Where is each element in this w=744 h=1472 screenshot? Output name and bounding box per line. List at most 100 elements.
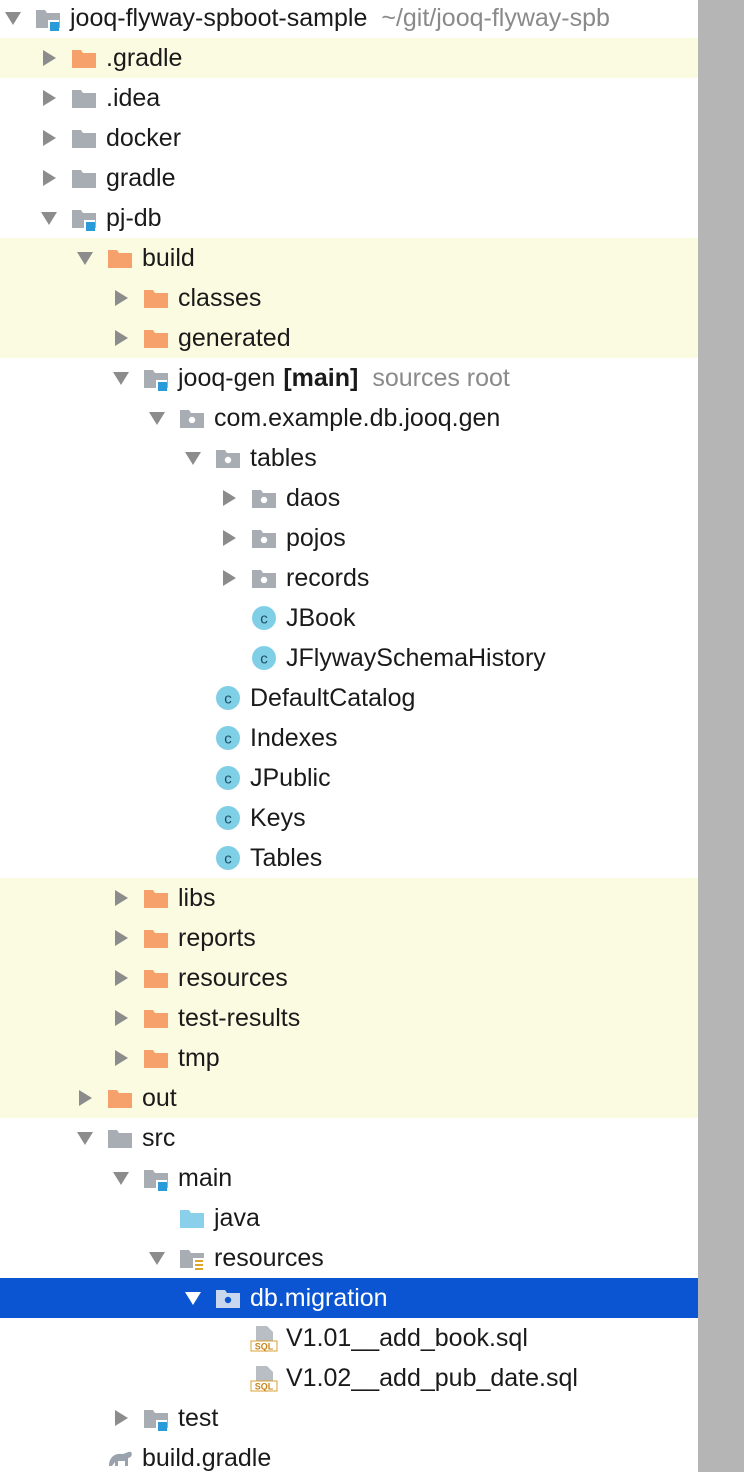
tree-row[interactable]: .gradle: [0, 38, 698, 78]
tree-row-hint: sources root: [372, 364, 510, 392]
tree-row[interactable]: db.migration: [0, 1278, 698, 1318]
expand-arrow-icon[interactable]: [108, 278, 134, 318]
expand-arrow-icon[interactable]: [36, 38, 62, 78]
expand-arrow-icon[interactable]: [36, 78, 62, 118]
source-set-tag: [main]: [283, 364, 359, 392]
collapse-arrow-icon[interactable]: [72, 1118, 98, 1158]
expand-arrow-icon[interactable]: [216, 478, 242, 518]
tree-row[interactable]: SQL V1.02__add_pub_date.sql: [0, 1358, 698, 1398]
tree-row[interactable]: c JBook: [0, 598, 698, 638]
collapse-arrow-icon[interactable]: [108, 1158, 134, 1198]
tree-row[interactable]: resources: [0, 958, 698, 998]
sql-file-icon: SQL: [250, 1324, 278, 1352]
collapse-arrow-icon[interactable]: [36, 198, 62, 238]
tree-row[interactable]: build.gradle: [0, 1438, 698, 1472]
expand-arrow-icon[interactable]: [108, 878, 134, 918]
arrow-spacer: [180, 798, 206, 838]
tree-row[interactable]: pj-db: [0, 198, 698, 238]
expand-arrow-icon[interactable]: [36, 118, 62, 158]
tree-row[interactable]: c Tables: [0, 838, 698, 878]
svg-text:c: c: [224, 771, 232, 788]
class-icon: c: [214, 804, 242, 832]
tree-row[interactable]: src: [0, 1118, 698, 1158]
folder-icon: [70, 164, 98, 192]
tree-row[interactable]: out: [0, 1078, 698, 1118]
collapse-arrow-icon[interactable]: [180, 438, 206, 478]
tree-row[interactable]: resources: [0, 1238, 698, 1278]
tree-row[interactable]: gradle: [0, 158, 698, 198]
tree-row-label: out: [142, 1084, 177, 1112]
expand-arrow-icon[interactable]: [108, 998, 134, 1038]
expand-arrow-icon[interactable]: [108, 318, 134, 358]
tree-row-label: Keys: [250, 804, 306, 832]
svg-text:c: c: [260, 651, 268, 668]
collapse-arrow-icon[interactable]: [0, 0, 26, 38]
tree-row[interactable]: docker: [0, 118, 698, 158]
tree-row[interactable]: com.example.db.jooq.gen: [0, 398, 698, 438]
tree-row-label: build.gradle: [142, 1444, 272, 1472]
tree-row[interactable]: generated: [0, 318, 698, 358]
excluded-folder-icon: [70, 44, 98, 72]
tree-row[interactable]: SQL V1.01__add_book.sql: [0, 1318, 698, 1358]
vertical-scrollbar[interactable]: [698, 0, 744, 1472]
tree-row[interactable]: build: [0, 238, 698, 278]
excluded-folder-icon: [106, 1084, 134, 1112]
arrow-spacer: [216, 638, 242, 678]
tree-row[interactable]: c Indexes: [0, 718, 698, 758]
tree-row-label: pojos: [286, 524, 346, 552]
tree-row[interactable]: jooq-flyway-spboot-sample ~/git/jooq-flyw…: [0, 0, 698, 38]
arrow-spacer: [216, 1318, 242, 1358]
module-folder-icon: [34, 4, 62, 32]
expand-arrow-icon[interactable]: [216, 518, 242, 558]
tree-row-label: java: [214, 1204, 260, 1232]
tree-row[interactable]: test: [0, 1398, 698, 1438]
tree-row-label: jooq-gen: [178, 364, 276, 392]
tree-row[interactable]: reports: [0, 918, 698, 958]
tree-row-label: resources: [214, 1244, 324, 1272]
tree-row[interactable]: c Keys: [0, 798, 698, 838]
tree-row[interactable]: java: [0, 1198, 698, 1238]
expand-arrow-icon[interactable]: [108, 1038, 134, 1078]
tree-row[interactable]: jooq-gen [main] sources root: [0, 358, 698, 398]
expand-arrow-icon[interactable]: [108, 918, 134, 958]
tree-row-label: DefaultCatalog: [250, 684, 416, 712]
collapse-arrow-icon[interactable]: [72, 238, 98, 278]
svg-text:SQL: SQL: [255, 1342, 274, 1352]
project-tree[interactable]: jooq-flyway-spboot-sample ~/git/jooq-flyw…: [0, 0, 698, 1472]
tree-row-label: gradle: [106, 164, 176, 192]
expand-arrow-icon[interactable]: [108, 1398, 134, 1438]
tree-row-label: test-results: [178, 1004, 301, 1032]
tree-row[interactable]: daos: [0, 478, 698, 518]
tree-row[interactable]: tables: [0, 438, 698, 478]
arrow-spacer: [180, 838, 206, 878]
tree-row[interactable]: records: [0, 558, 698, 598]
collapse-arrow-icon[interactable]: [108, 358, 134, 398]
expand-arrow-icon[interactable]: [36, 158, 62, 198]
excluded-folder-icon: [142, 924, 170, 952]
tree-row[interactable]: classes: [0, 278, 698, 318]
tree-row[interactable]: c DefaultCatalog: [0, 678, 698, 718]
tree-row[interactable]: pojos: [0, 518, 698, 558]
tree-row[interactable]: tmp: [0, 1038, 698, 1078]
expand-arrow-icon[interactable]: [216, 558, 242, 598]
tree-row[interactable]: test-results: [0, 998, 698, 1038]
folder-icon: [106, 1124, 134, 1152]
collapse-arrow-icon[interactable]: [144, 1238, 170, 1278]
excluded-folder-icon: [142, 1004, 170, 1032]
class-icon: c: [214, 684, 242, 712]
collapse-arrow-icon[interactable]: [180, 1278, 206, 1318]
tree-row-label: build: [142, 244, 195, 272]
tree-row[interactable]: c JFlywaySchemaHistory: [0, 638, 698, 678]
expand-arrow-icon[interactable]: [108, 958, 134, 998]
tree-row[interactable]: libs: [0, 878, 698, 918]
tree-row[interactable]: c JPublic: [0, 758, 698, 798]
arrow-spacer: [216, 1358, 242, 1398]
expand-arrow-icon[interactable]: [72, 1078, 98, 1118]
tree-row-label: classes: [178, 284, 262, 312]
tree-row[interactable]: main: [0, 1158, 698, 1198]
tree-row-label: V1.01__add_book.sql: [286, 1324, 528, 1352]
class-icon: c: [250, 644, 278, 672]
collapse-arrow-icon[interactable]: [144, 398, 170, 438]
tree-row[interactable]: .idea: [0, 78, 698, 118]
svg-text:c: c: [224, 731, 232, 748]
